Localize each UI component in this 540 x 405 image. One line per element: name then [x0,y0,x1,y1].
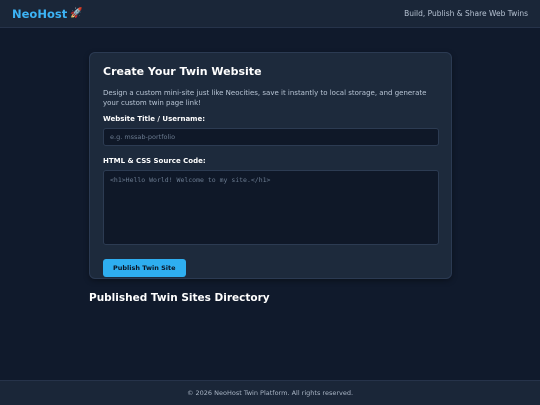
footer-copyright: © 2026 NeoHost Twin Platform. All rights… [186,389,354,397]
website-title-label: Website Title / Username: [103,115,206,123]
source-code-label: HTML & CSS Source Code: [103,157,206,165]
website-title-input[interactable] [103,128,439,146]
logo-text: NeoHost [12,6,68,21]
directory-heading: Published Twin Sites Directory [89,292,270,304]
top-header: NeoHost 🚀 Build, Publish & Share Web Twi… [0,0,540,28]
source-code-textarea[interactable] [103,170,439,245]
site-logo[interactable]: NeoHost 🚀 [12,7,83,21]
page-footer: © 2026 NeoHost Twin Platform. All rights… [0,380,540,405]
card-title: Create Your Twin Website [103,65,262,78]
rocket-icon: 🚀 [70,7,83,19]
card-description: Design a custom mini-site just like Neoc… [103,89,427,107]
create-site-card: Create Your Twin Website Design a custom… [89,52,452,279]
header-tagline: Build, Publish & Share Web Twins [404,9,528,18]
publish-button[interactable]: Publish Twin Site [103,259,186,277]
